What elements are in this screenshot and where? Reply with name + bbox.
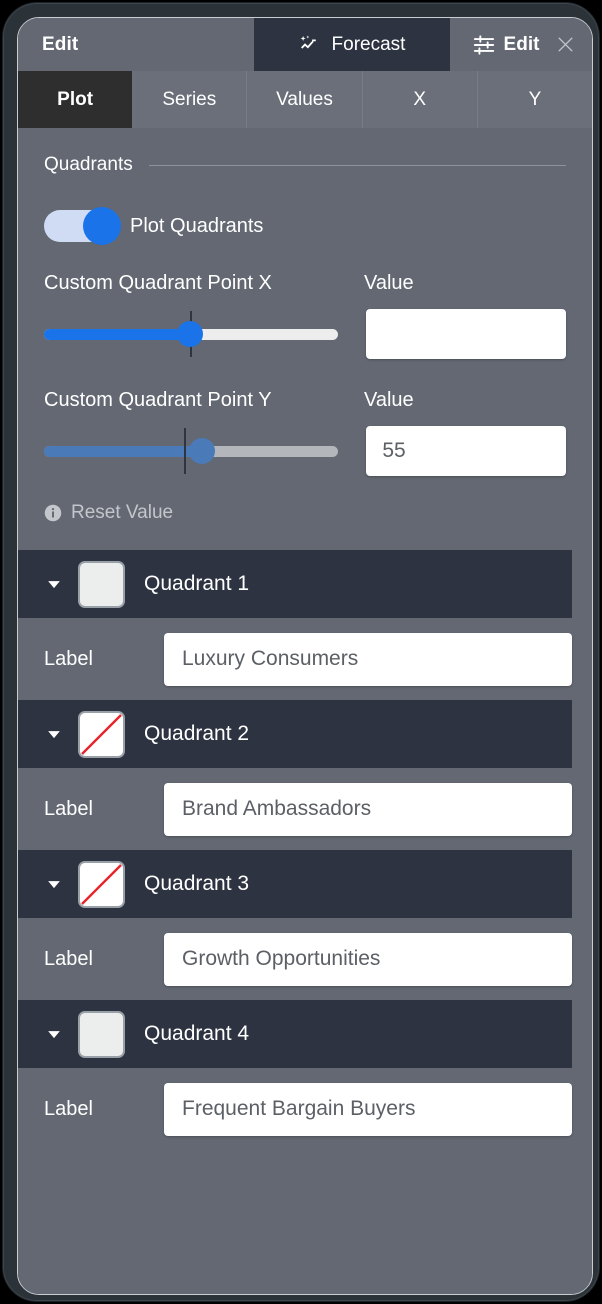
section-header: Quadrants: [18, 154, 592, 176]
plot-quadrants-toggle-row[interactable]: Plot Quadrants: [18, 176, 592, 245]
device-frame: Edit Forecast Edit Plot Series Values X …: [3, 3, 599, 1301]
quadrant-3-color-swatch[interactable]: [78, 860, 125, 908]
chevron-down-icon[interactable]: [44, 874, 78, 894]
quadrant-2-label-caption: Label: [44, 797, 93, 820]
quadrant-point-x-title: Custom Quadrant Point X: [44, 272, 272, 294]
slider-tick: [184, 428, 186, 474]
forecast-tab-label: Forecast: [331, 33, 406, 55]
quadrant-3-label-input[interactable]: Growth Opportunities: [164, 932, 572, 986]
forecast-tab[interactable]: Forecast: [254, 18, 450, 71]
quadrant-1-label-caption: Label: [44, 647, 93, 670]
reset-value-row[interactable]: Reset Value: [18, 476, 592, 550]
quadrant-4-label-caption: Label: [44, 1097, 93, 1120]
quadrant-point-x-value-caption: Value: [364, 272, 414, 294]
close-icon[interactable]: [550, 18, 580, 71]
quadrant-2-label-input[interactable]: Brand Ambassadors: [164, 782, 572, 836]
chevron-down-icon[interactable]: [44, 574, 78, 594]
quadrant-2-color-swatch[interactable]: [78, 710, 125, 758]
sliders-tune-icon: [473, 34, 495, 56]
toggle-knob: [83, 207, 121, 245]
chevron-down-icon[interactable]: [44, 724, 78, 744]
quadrant-2-label-row: Label Brand Ambassadors: [18, 768, 572, 850]
quadrant-4-title: Quadrant 4: [144, 1022, 250, 1045]
info-icon: [44, 504, 62, 522]
plot-quadrants-toggle[interactable]: [44, 207, 121, 245]
quadrant-3-header[interactable]: Quadrant 3: [18, 850, 572, 918]
edit-panel: Edit Forecast Edit Plot Series Values X …: [18, 18, 592, 1294]
quadrant-1-label-row: Label Luxury Consumers: [18, 618, 572, 700]
quadrant-point-x-slider[interactable]: [44, 311, 348, 357]
quadrant-point-y-value-input[interactable]: 55: [366, 426, 566, 476]
header-edit-label: Edit: [503, 33, 540, 55]
quadrant-1-label-input[interactable]: Luxury Consumers: [164, 632, 572, 686]
slider-fill: [44, 328, 191, 340]
slider-fill: [44, 445, 203, 457]
quadrant-3-title: Quadrant 3: [144, 872, 250, 895]
section-title: Quadrants: [44, 154, 133, 175]
tab-bar: Plot Series Values X Y: [18, 71, 592, 128]
sparkle-trend-icon: [299, 34, 321, 56]
quadrant-point-y-value-caption: Value: [364, 389, 414, 411]
quadrant-3-label-row: Label Growth Opportunities: [18, 918, 572, 1000]
quadrant-4-color-swatch[interactable]: [78, 1010, 125, 1058]
header-title-left: Edit: [42, 33, 79, 55]
quadrant-3-label-caption: Label: [44, 947, 93, 970]
tab-x[interactable]: X: [362, 71, 478, 128]
quadrant-1-title: Quadrant 1: [144, 572, 250, 595]
quadrant-point-y-slider[interactable]: [44, 428, 348, 474]
quadrant-point-y-title: Custom Quadrant Point Y: [44, 389, 272, 411]
quadrant-4-label-input[interactable]: Frequent Bargain Buyers: [164, 1082, 572, 1136]
section-divider: [148, 164, 566, 166]
quadrant-point-x-block: Custom Quadrant Point X Value: [18, 242, 592, 359]
tab-y[interactable]: Y: [477, 71, 592, 128]
slider-thumb[interactable]: [189, 438, 216, 464]
quadrant-2-header[interactable]: Quadrant 2: [18, 700, 572, 768]
quadrant-1-header[interactable]: Quadrant 1: [18, 550, 572, 618]
quadrants-section: Quadrants Plot Quadrants Custom Quadrant…: [18, 128, 592, 550]
plot-quadrants-label: Plot Quadrants: [130, 214, 264, 237]
tab-plot[interactable]: Plot: [18, 71, 133, 128]
chevron-down-icon[interactable]: [44, 1024, 78, 1044]
quadrant-2-title: Quadrant 2: [144, 722, 250, 745]
quadrant-4-label-row: Label Frequent Bargain Buyers: [18, 1068, 572, 1150]
quadrant-point-y-block: Custom Quadrant Point Y Value 55: [18, 359, 592, 476]
screen-border: Edit Forecast Edit Plot Series Values X …: [17, 17, 593, 1295]
slider-thumb[interactable]: [177, 321, 204, 347]
tab-values[interactable]: Values: [247, 71, 363, 128]
quadrant-4-header[interactable]: Quadrant 4: [18, 1000, 572, 1068]
panel-body: Quadrants Plot Quadrants Custom Quadrant…: [18, 128, 592, 1294]
reset-value-label: Reset Value: [71, 502, 174, 523]
quadrant-1-color-swatch[interactable]: [78, 560, 125, 608]
quadrant-point-x-value-input[interactable]: [366, 309, 566, 359]
tab-series[interactable]: Series: [132, 71, 248, 128]
panel-header: Edit Forecast Edit: [18, 18, 592, 71]
